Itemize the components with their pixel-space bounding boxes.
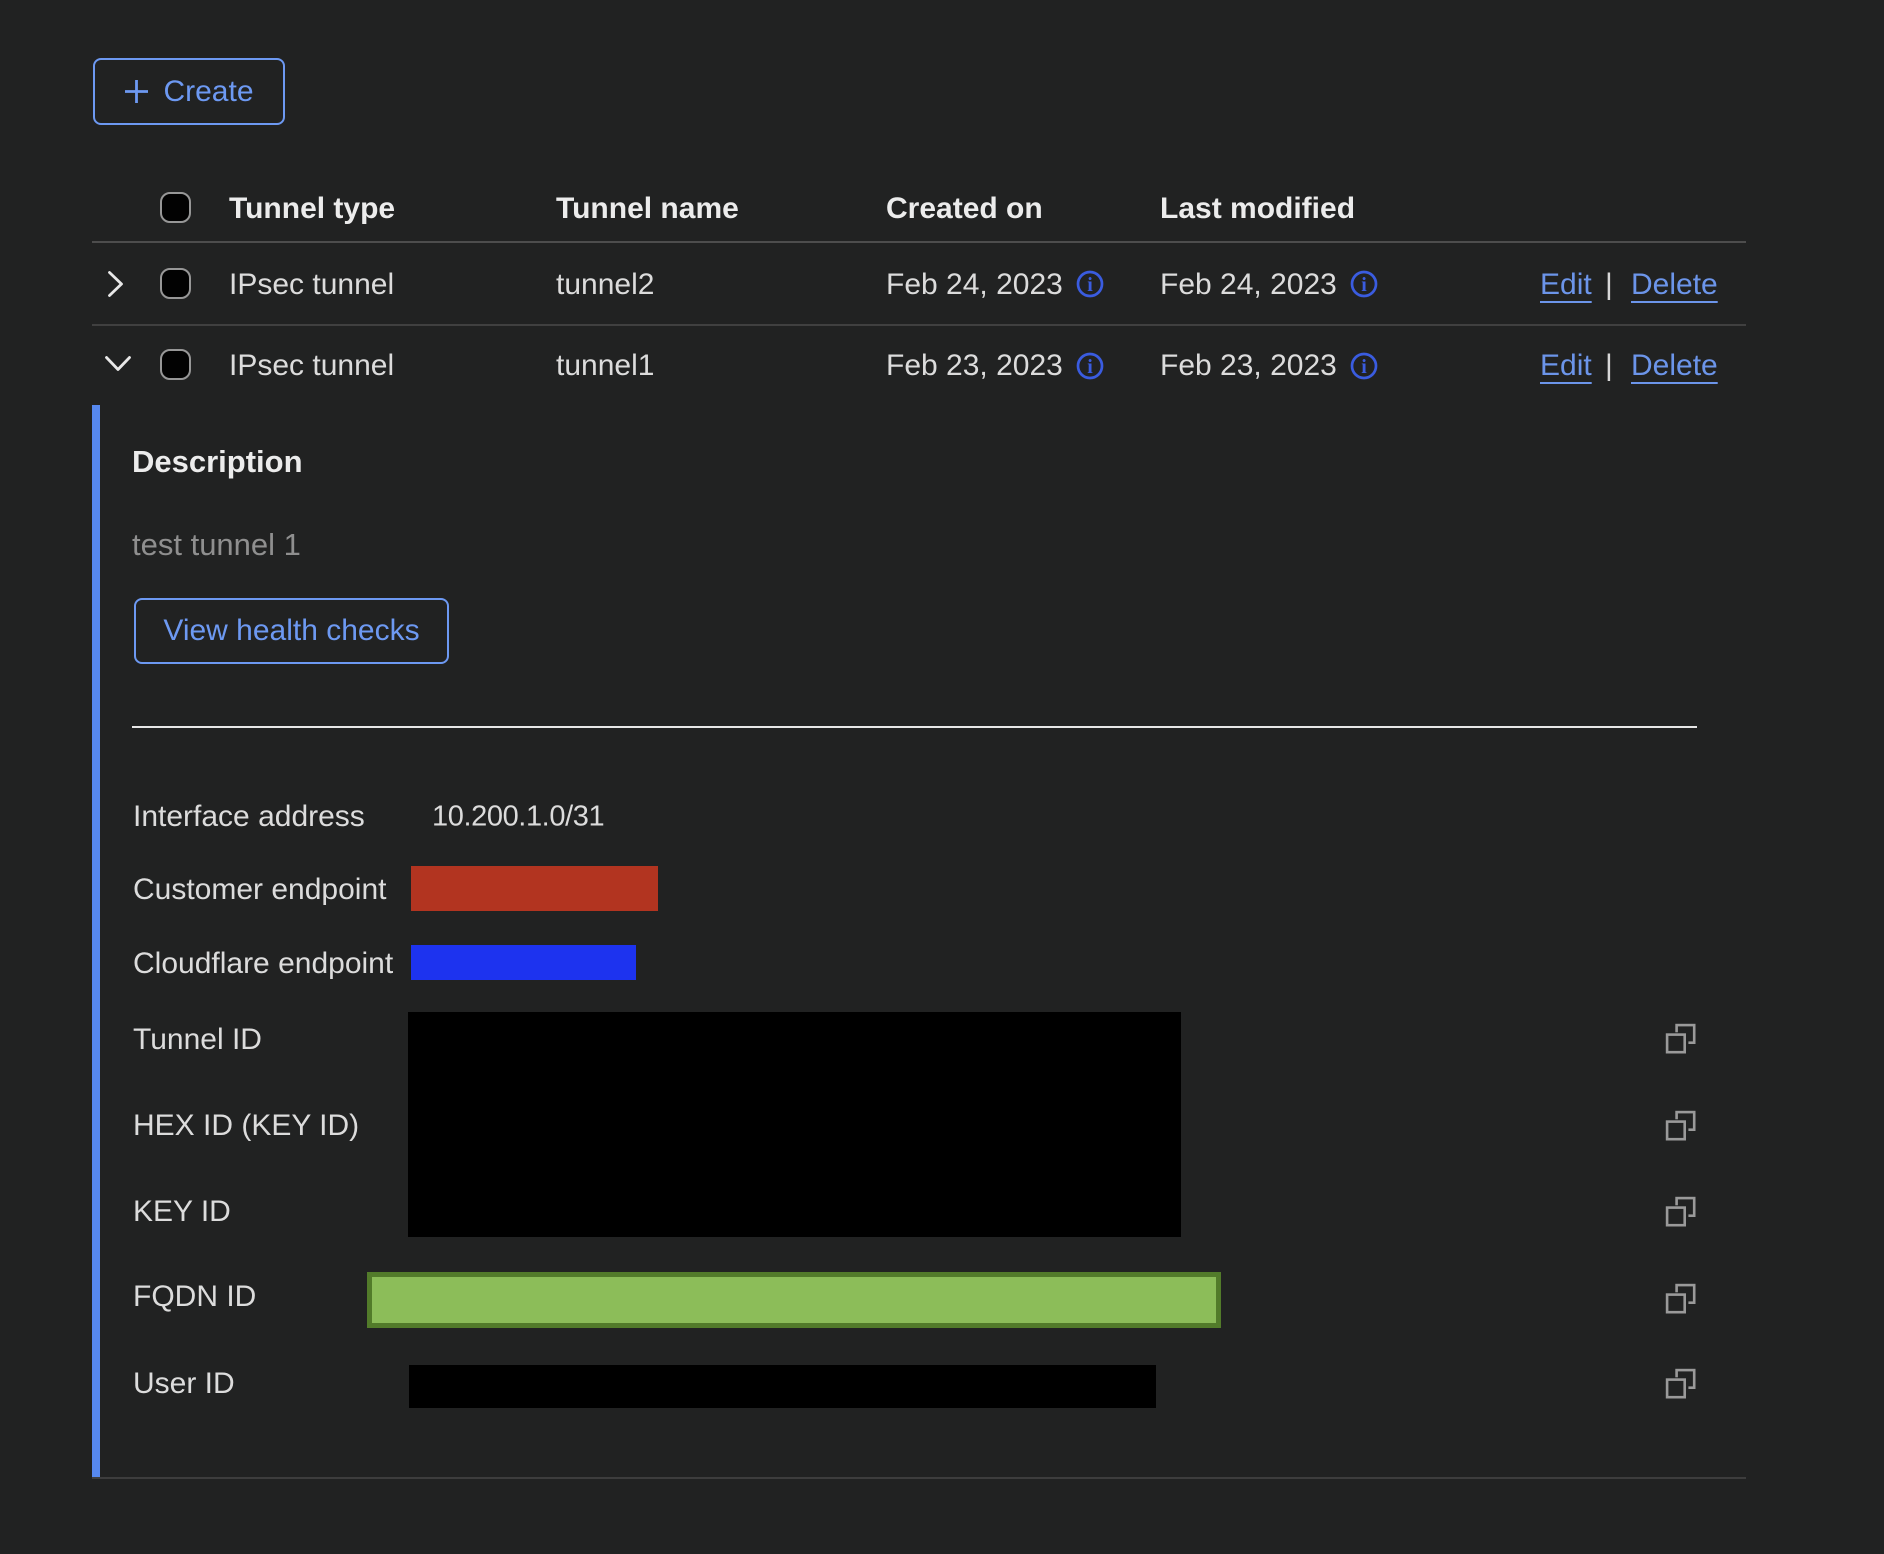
- svg-text:i: i: [1361, 274, 1367, 296]
- svg-text:i: i: [1087, 274, 1093, 296]
- svg-text:i: i: [1087, 356, 1093, 378]
- svg-text:i: i: [1361, 356, 1367, 378]
